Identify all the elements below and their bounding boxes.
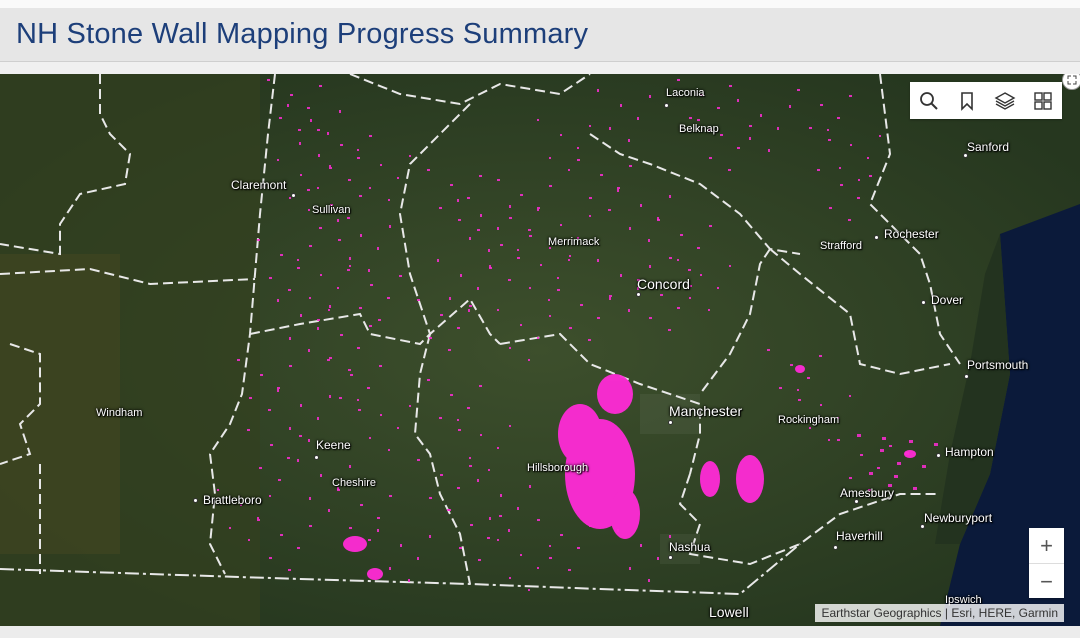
map-view[interactable]: Laconia Belknap Sanford Claremont Sulliv… bbox=[0, 74, 1080, 626]
county-label-windham: Windham bbox=[96, 407, 143, 419]
city-label-manchester: Manchester bbox=[669, 403, 743, 419]
city-dot bbox=[668, 420, 673, 425]
city-label-lowell: Lowell bbox=[709, 604, 749, 620]
map-attribution: Earthstar Geographics | Esri, HERE, Garm… bbox=[815, 604, 1064, 622]
city-dot bbox=[314, 455, 319, 460]
city-label-brattleboro: Brattleboro bbox=[203, 493, 262, 507]
city-dot bbox=[936, 453, 941, 458]
city-label-haverhill: Haverhill bbox=[836, 529, 883, 543]
basemap-gallery-icon[interactable] bbox=[1029, 87, 1057, 115]
city-dot bbox=[664, 103, 669, 108]
city-dot bbox=[874, 235, 879, 240]
expand-icon[interactable] bbox=[1062, 74, 1080, 90]
city-dot bbox=[964, 374, 969, 379]
county-label-cheshire: Cheshire bbox=[332, 477, 377, 489]
county-label-merrimack: Merrimack bbox=[548, 236, 600, 248]
footer-bar bbox=[0, 626, 1080, 638]
city-label-amesbury: Amesbury bbox=[840, 486, 895, 500]
search-icon[interactable] bbox=[915, 87, 943, 115]
zoom-in-button[interactable]: + bbox=[1029, 528, 1064, 563]
county-label-hillsborough: Hillsborough bbox=[527, 462, 589, 474]
city-dot bbox=[291, 193, 296, 198]
city-label-claremont: Claremont bbox=[231, 178, 287, 192]
city-label-laconia: Laconia bbox=[666, 87, 705, 99]
bookmark-icon[interactable] bbox=[953, 87, 981, 115]
county-label-sullivan: Sullivan bbox=[312, 204, 351, 216]
city-label-dover: Dover bbox=[931, 293, 964, 307]
page-title: NH Stone Wall Mapping Progress Summary bbox=[16, 18, 589, 50]
city-label-concord: Concord bbox=[637, 276, 690, 292]
city-dot bbox=[921, 300, 926, 305]
city-dot bbox=[833, 545, 838, 550]
map-basemap bbox=[0, 74, 1080, 626]
app-header: NH Stone Wall Mapping Progress Summary bbox=[0, 0, 1080, 62]
zoom-control: + − bbox=[1029, 528, 1064, 598]
city-dot bbox=[668, 555, 673, 560]
city-label-hampton: Hampton bbox=[945, 445, 994, 459]
city-dot bbox=[636, 292, 641, 297]
city-label-nashua: Nashua bbox=[669, 540, 711, 554]
map-toolbar bbox=[910, 82, 1062, 119]
city-label-keene: Keene bbox=[316, 438, 351, 452]
city-label-sanford: Sanford bbox=[967, 140, 1010, 154]
layers-icon[interactable] bbox=[991, 87, 1019, 115]
city-dot bbox=[193, 498, 198, 503]
county-label-strafford: Strafford bbox=[820, 240, 862, 252]
county-label-rockingham: Rockingham bbox=[778, 414, 840, 426]
county-label-belknap: Belknap bbox=[679, 123, 719, 135]
city-label-rochester: Rochester bbox=[884, 227, 939, 241]
city-label-newburyport: Newburyport bbox=[924, 511, 993, 525]
zoom-out-button[interactable]: − bbox=[1029, 563, 1064, 599]
city-label-portsmouth: Portsmouth bbox=[967, 358, 1029, 372]
